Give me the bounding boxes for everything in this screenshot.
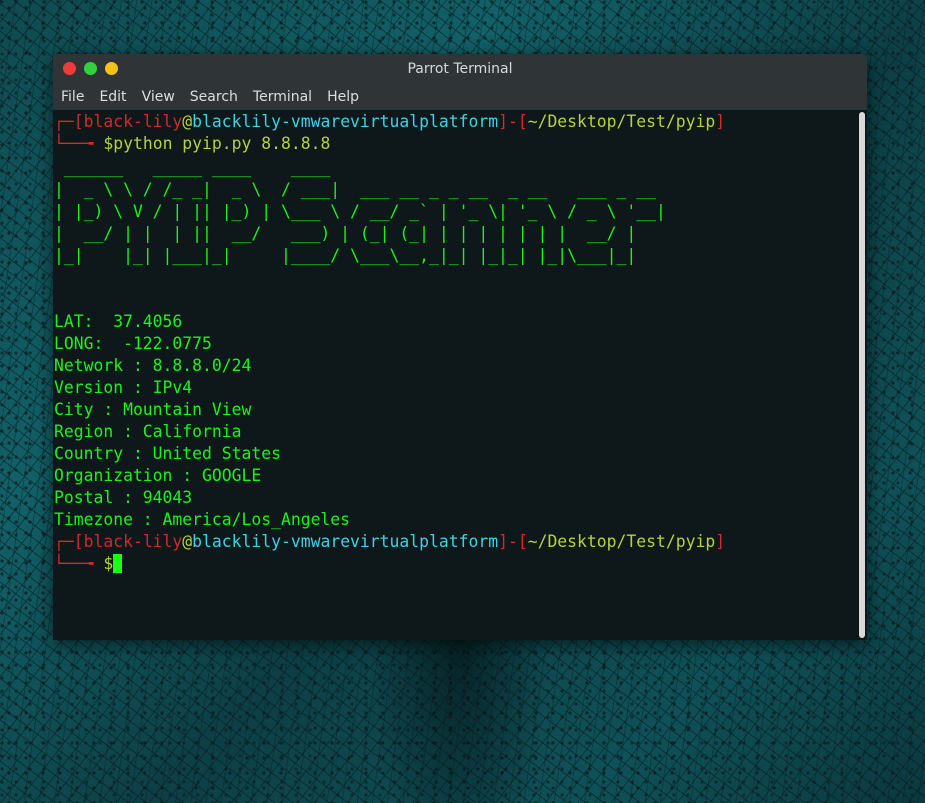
prompt-line: ┌─[black-lily@blacklily-vmwarevirtualpla…: [54, 112, 726, 131]
scrollbar[interactable]: [859, 112, 865, 638]
menu-bar: File Edit View Search Terminal Help: [53, 84, 867, 110]
prompt-path: ~/Desktop/Test/pyip: [527, 532, 716, 551]
prompt-user: black-lily: [83, 112, 183, 131]
prompt-path: ~/Desktop/Test/pyip: [527, 112, 716, 131]
maximize-icon[interactable]: [84, 62, 97, 75]
banner-line: | _ \ \ / /_ _| _ \ / ___| ___ __ _ _ __…: [54, 180, 656, 199]
minimize-icon[interactable]: [105, 62, 118, 75]
menu-file[interactable]: File: [61, 89, 92, 105]
title-bar[interactable]: Parrot Terminal: [53, 54, 867, 84]
text-cursor[interactable]: [113, 554, 123, 573]
prompt-host: blacklily-vmwarevirtualplatform: [192, 532, 499, 551]
banner-line: | __/ | | | || __/ ___) | (_| (_| | | | …: [54, 224, 637, 243]
output-city: City : Mountain View: [54, 400, 252, 419]
prompt-line: ┌─[black-lily@blacklily-vmwarevirtualpla…: [54, 532, 726, 551]
input-line[interactable]: └──╼ $: [53, 553, 867, 575]
menu-view[interactable]: View: [142, 89, 183, 105]
output-version: Version : IPv4: [54, 378, 193, 397]
output-postal: Postal : 94043: [54, 488, 193, 507]
banner-line: ______ _____ ____ ____: [54, 158, 331, 177]
prompt-host: blacklily-vmwarevirtualplatform: [192, 112, 499, 131]
output-lat: LAT: 37.4056: [54, 312, 183, 331]
banner-line: | |_) \ V / | || |_) | \___ \ / __/ _` |…: [54, 202, 666, 221]
terminal-output[interactable]: ┌─[black-lily@blacklily-vmwarevirtualpla…: [53, 110, 867, 640]
window-controls: [63, 62, 118, 75]
menu-terminal[interactable]: Terminal: [253, 89, 320, 105]
banner-line: |_| |_| |___|_| |____/ \___\__,_|_| |_|_…: [54, 246, 637, 265]
output-network: Network : 8.8.8.0/24: [54, 356, 252, 375]
menu-search[interactable]: Search: [190, 89, 246, 105]
prompt-user: black-lily: [83, 532, 183, 551]
command-line: └──╼ $python pyip.py 8.8.8.8: [54, 134, 331, 153]
output-country: Country : United States: [54, 444, 281, 463]
terminal-window[interactable]: Parrot Terminal File Edit View Search Te…: [53, 54, 867, 640]
output-timezone: Timezone : America/Los_Angeles: [54, 510, 351, 529]
menu-edit[interactable]: Edit: [99, 89, 134, 105]
output-organization: Organization : GOOGLE: [54, 466, 262, 485]
output-long: LONG: -122.0775: [54, 334, 212, 353]
close-icon[interactable]: [63, 62, 76, 75]
window-title: Parrot Terminal: [407, 61, 513, 77]
output-region: Region : California: [54, 422, 242, 441]
menu-help[interactable]: Help: [327, 89, 367, 105]
command-text: python pyip.py 8.8.8.8: [113, 134, 331, 153]
